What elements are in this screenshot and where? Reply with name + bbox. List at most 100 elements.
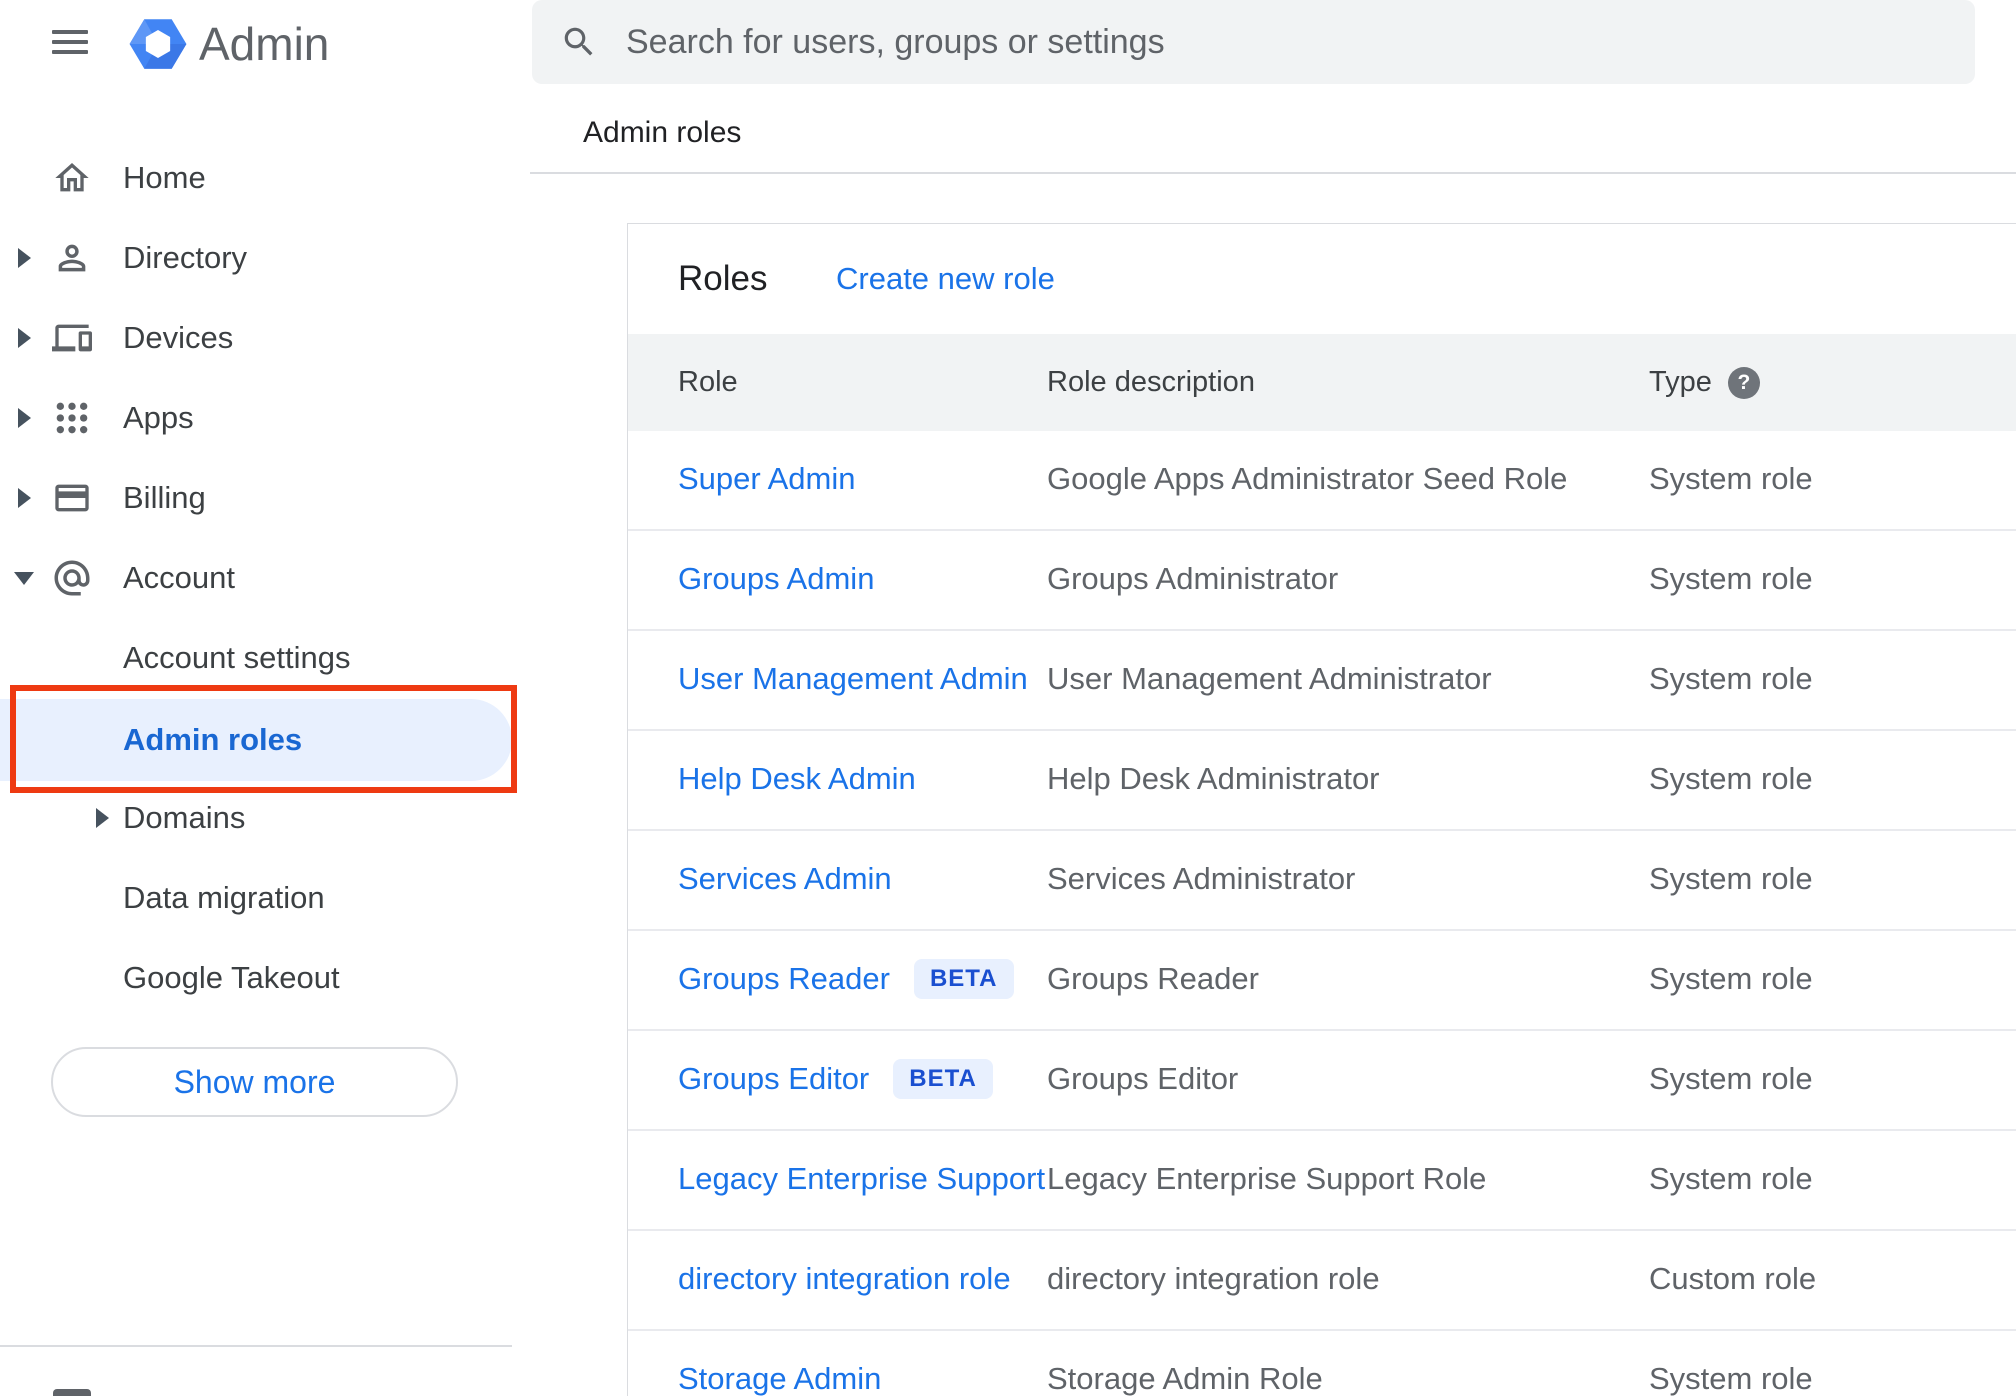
beta-badge: BETA: [913, 959, 1014, 999]
credit-card-icon: [50, 476, 94, 520]
apps-grid-icon: [50, 396, 94, 440]
column-header-type: Type ?: [1649, 334, 1760, 431]
chevron-right-icon[interactable]: [18, 328, 31, 348]
sidebar-item-directory[interactable]: Directory: [0, 218, 512, 298]
person-icon: [50, 236, 94, 280]
search-icon: [564, 27, 593, 56]
sidebar-item-devices[interactable]: Devices: [0, 298, 512, 378]
role-link[interactable]: Legacy Enterprise Support: [678, 1161, 1045, 1197]
table-row: Groups Reader BETA Groups Reader System …: [628, 931, 2016, 1031]
role-type: System role: [1649, 861, 1813, 896]
sidebar-item-data-migration[interactable]: Data migration: [0, 858, 512, 938]
panel-title: Roles: [678, 259, 768, 298]
sidebar-divider: [0, 1345, 512, 1347]
table-row: Help Desk Admin Help Desk Administrator …: [628, 731, 2016, 831]
sidebar-item-label: Google Takeout: [123, 960, 340, 995]
chevron-right-icon[interactable]: [96, 808, 109, 828]
home-icon: [50, 156, 94, 200]
role-description: Groups Reader: [1047, 961, 1259, 996]
search-placeholder: Search for users, groups or settings: [626, 22, 1165, 61]
sidebar-item-domains[interactable]: Domains: [0, 778, 512, 858]
sidebar-item-account[interactable]: Account: [0, 538, 512, 618]
chevron-right-icon[interactable]: [18, 408, 31, 428]
create-new-role-link[interactable]: Create new role: [836, 261, 1055, 297]
sidebar-item-google-takeout[interactable]: Google Takeout: [0, 938, 512, 1018]
table-row: Storage Admin Storage Admin Role System …: [628, 1331, 2016, 1396]
role-link[interactable]: Help Desk Admin: [678, 761, 916, 797]
sidebar: Admin Home Directory Devices Apps Billin…: [0, 0, 528, 1396]
chevron-right-icon[interactable]: [18, 248, 31, 268]
table-row: Super Admin Google Apps Administrator Se…: [628, 431, 2016, 531]
search-input[interactable]: Search for users, groups or settings: [532, 0, 1975, 84]
roles-panel: Roles Create new role Role Role descript…: [627, 223, 2016, 1396]
role-description: Storage Admin Role: [1047, 1361, 1323, 1396]
role-link[interactable]: Services Admin: [678, 861, 892, 897]
sidebar-item-label: Account settings: [123, 640, 351, 675]
role-description: Services Administrator: [1047, 861, 1356, 896]
role-description: User Management Administrator: [1047, 661, 1492, 696]
role-link[interactable]: Groups Editor: [678, 1061, 869, 1097]
role-description: Groups Administrator: [1047, 561, 1339, 596]
sidebar-item-apps[interactable]: Apps: [0, 378, 512, 458]
column-header-role: Role: [678, 366, 738, 398]
role-link[interactable]: User Management Admin: [678, 661, 1028, 697]
role-link[interactable]: Storage Admin: [678, 1361, 881, 1396]
table-row: Groups Editor BETA Groups Editor System …: [628, 1031, 2016, 1131]
column-header-description: Role description: [1047, 366, 1255, 398]
app-title: Admin: [199, 18, 330, 70]
role-description: Google Apps Administrator Seed Role: [1047, 461, 1568, 496]
role-link[interactable]: Groups Admin: [678, 561, 874, 597]
sidebar-item-label: Domains: [123, 800, 246, 835]
sidebar-item-label: Data migration: [123, 880, 325, 915]
sidebar-item-account-settings[interactable]: Account settings: [0, 618, 512, 698]
role-type: System role: [1649, 661, 1813, 696]
role-link[interactable]: directory integration role: [678, 1261, 1011, 1297]
column-header-type-label: Type: [1649, 366, 1712, 398]
table-header-row: Role Role description Type ?: [628, 334, 2016, 431]
beta-badge: BETA: [893, 1059, 993, 1099]
chevron-down-icon[interactable]: [14, 572, 34, 585]
admin-logo-icon[interactable]: [127, 15, 189, 73]
role-type: System role: [1649, 1161, 1813, 1196]
table-row: Services Admin Services Administrator Sy…: [628, 831, 2016, 931]
table-row: Groups Admin Groups Administrator System…: [628, 531, 2016, 631]
sidebar-item-label: Directory: [123, 240, 248, 275]
role-description: directory integration role: [1047, 1261, 1380, 1296]
role-description: Groups Editor: [1047, 1061, 1239, 1096]
role-type: System role: [1649, 1061, 1813, 1096]
role-type: System role: [1649, 761, 1813, 796]
table-row: Legacy Enterprise Support Legacy Enterpr…: [628, 1131, 2016, 1231]
role-type: Custom role: [1649, 1261, 1817, 1296]
help-icon[interactable]: ?: [1727, 366, 1760, 399]
role-type: System role: [1649, 561, 1813, 596]
show-more-label: Show more: [173, 1063, 336, 1100]
at-sign-icon: [50, 556, 94, 600]
devices-icon: [50, 316, 94, 360]
role-link[interactable]: Super Admin: [678, 461, 856, 497]
role-link[interactable]: Groups Reader: [678, 961, 890, 997]
role-description: Legacy Enterprise Support Role: [1047, 1161, 1487, 1196]
partial-bottom-icon: [53, 1389, 91, 1396]
sidebar-item-admin-roles-selected[interactable]: Admin roles: [0, 699, 512, 781]
sidebar-item-label: Home: [123, 160, 206, 195]
sidebar-item-label: Apps: [123, 400, 194, 435]
role-type: System role: [1649, 461, 1813, 496]
role-type: System role: [1649, 961, 1813, 996]
show-more-button[interactable]: Show more: [51, 1047, 458, 1117]
role-type: System role: [1649, 1361, 1813, 1396]
breadcrumb: Admin roles: [583, 116, 742, 149]
chevron-right-icon[interactable]: [18, 488, 31, 508]
sidebar-item-billing[interactable]: Billing: [0, 458, 512, 538]
sidebar-item-label: Devices: [123, 320, 234, 355]
menu-icon[interactable]: [52, 30, 88, 55]
sidebar-item-home[interactable]: Home: [0, 138, 512, 218]
content-divider: [530, 172, 2016, 174]
sidebar-item-label: Billing: [123, 480, 206, 515]
roles-table-body: Super Admin Google Apps Administrator Se…: [628, 431, 2016, 1396]
roles-panel-header: Roles Create new role: [628, 224, 2016, 334]
sidebar-item-label: Admin roles: [123, 722, 303, 757]
google-admin-console: Admin Home Directory Devices Apps Billin…: [0, 0, 2016, 1396]
role-description: Help Desk Administrator: [1047, 761, 1380, 796]
sidebar-item-label: Account: [123, 560, 236, 595]
table-row: directory integration role directory int…: [628, 1231, 2016, 1331]
